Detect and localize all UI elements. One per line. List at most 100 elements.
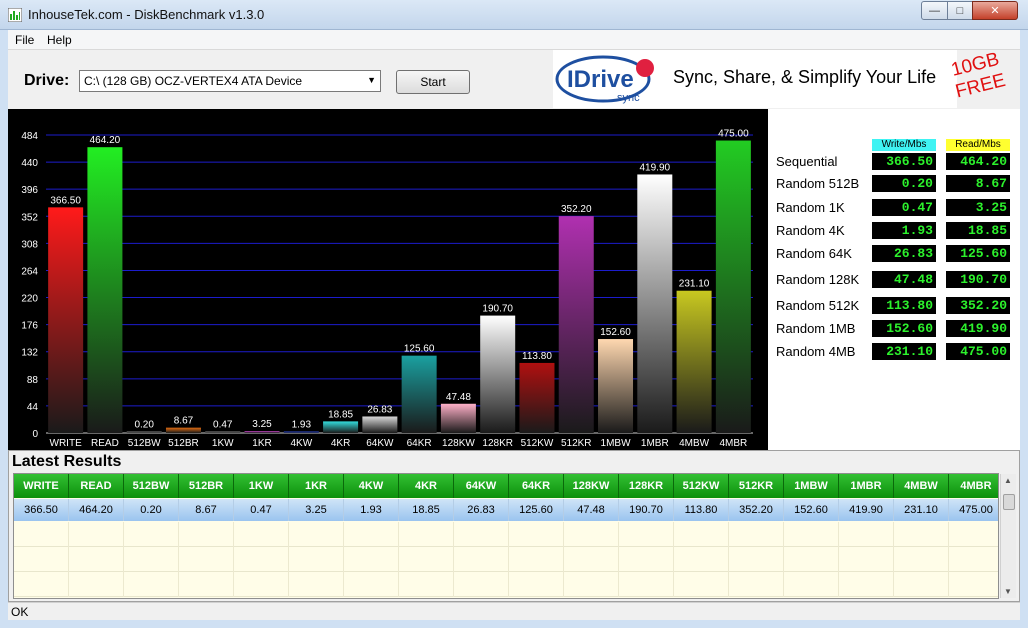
result-row-label: Random 4MB (776, 344, 856, 359)
read-value: 125.60 (946, 245, 1010, 262)
grid-column-header[interactable]: 1KR (289, 474, 344, 498)
bar-value-label: 231.10 (679, 279, 710, 290)
start-button[interactable]: Start (396, 70, 470, 94)
grid-column-header[interactable]: 4MBW (894, 474, 949, 498)
empty-grid-row (14, 547, 998, 572)
write-header: Write/Mbs (872, 139, 936, 151)
grid-column-header[interactable]: 1KW (234, 474, 289, 498)
y-tick-label: 176 (21, 321, 38, 332)
table-cell: 125.60 (509, 499, 564, 521)
bar-value-label: 3.25 (252, 419, 272, 430)
table-row[interactable]: 366.50 464.20 0.20 8.67 0.47 3.25 1.93 18.85 26.… (14, 499, 998, 521)
minimize-button[interactable]: — (921, 1, 948, 20)
bar-value-label: 190.70 (482, 304, 513, 315)
empty-grid-row (14, 572, 998, 597)
grid-header: WRITE READ 512BW 512BR 1KW 1KR 4KW 4KR 64KW 64KR 1… (14, 474, 998, 498)
drive-select[interactable]: C:\ (128 GB) OCZ-VERTEX4 ATA Device ▼ (79, 70, 381, 92)
x-tick-label: 4KW (290, 438, 312, 449)
result-row-label: Random 4K (776, 223, 845, 238)
grid-column-header[interactable]: 64KW (454, 474, 509, 498)
table-cell: 113.80 (674, 499, 729, 521)
chart-bar (440, 403, 476, 433)
y-tick-label: 220 (21, 294, 38, 305)
grid-column-header[interactable]: 512BR (179, 474, 234, 498)
title-bar: InhouseTek.com - DiskBenchmark v1.3.0 — … (0, 0, 1028, 30)
bar-value-label: 1.93 (292, 420, 312, 431)
latest-results-title: Latest Results (12, 453, 122, 470)
bar-value-label: 0.20 (134, 420, 154, 431)
y-tick-label: 396 (21, 185, 38, 196)
grid-column-header[interactable]: 64KR (509, 474, 564, 498)
window-title: InhouseTek.com - DiskBenchmark v1.3.0 (28, 7, 265, 22)
chart-bar (401, 355, 437, 433)
x-tick-label: 4KR (331, 438, 350, 449)
grid-column-header[interactable]: 4MBR (949, 474, 998, 498)
scroll-thumb[interactable] (1003, 494, 1015, 510)
chart-bar (598, 339, 634, 433)
grid-scrollbar[interactable]: ▲ ▼ (1000, 474, 1016, 598)
scroll-down-icon[interactable]: ▼ (1004, 587, 1012, 596)
x-tick-label: 128KW (442, 438, 475, 449)
grid-column-header[interactable]: WRITE (14, 474, 69, 498)
grid-column-header[interactable]: 1MBR (839, 474, 894, 498)
chart-bar (480, 315, 516, 433)
write-value: 0.20 (872, 175, 936, 192)
read-value: 190.70 (946, 271, 1010, 288)
chart-bar (244, 430, 280, 433)
table-cell: 190.70 (619, 499, 674, 521)
maximize-button[interactable]: □ (947, 1, 973, 20)
results-panel: Write/Mbs Read/Mbs Sequential 366.50 464.2… (768, 109, 1020, 450)
bar-value-label: 113.80 (522, 351, 552, 362)
bar-value-label: 419.90 (640, 162, 671, 173)
menu-file[interactable]: File (15, 33, 34, 47)
x-tick-label: 1KW (212, 438, 234, 449)
result-row-label: Random 512B (776, 176, 860, 191)
grid-column-header[interactable]: 512KR (729, 474, 784, 498)
drive-label: Drive: (24, 72, 70, 89)
y-tick-label: 308 (21, 239, 38, 250)
read-value: 464.20 (946, 153, 1010, 170)
table-cell: 26.83 (454, 499, 509, 521)
chart-bar (676, 290, 712, 433)
grid-column-header[interactable]: READ (69, 474, 124, 498)
grid-column-header[interactable]: 512KW (674, 474, 729, 498)
grid-column-header[interactable]: 512BW (124, 474, 179, 498)
y-tick-label: 440 (21, 158, 38, 169)
bar-value-label: 26.83 (367, 404, 392, 415)
x-tick-label: 1MBR (641, 438, 669, 449)
chart-bar (558, 216, 594, 433)
bar-chart-svg: 0 44 88 132 176 220 264 308 352 396 440 484 366.50 WR… (21, 129, 753, 449)
bar-value-label: 352.20 (561, 204, 592, 215)
grid-column-header[interactable]: 4KW (344, 474, 399, 498)
bar-value-label: 125.60 (404, 344, 435, 355)
chart-bar (362, 416, 398, 433)
idrive-logo: IDrive sync (555, 55, 654, 104)
bar-value-label: 152.60 (600, 327, 631, 338)
empty-grid-row (14, 522, 998, 547)
result-row-label: Random 64K (776, 246, 852, 261)
idrive-ad-banner[interactable]: IDrive sync Sync, Share, & Simplify Your… (553, 50, 957, 108)
grid-column-header[interactable]: 1MBW (784, 474, 839, 498)
table-cell: 419.90 (839, 499, 894, 521)
read-value: 475.00 (946, 343, 1010, 360)
grid-column-header[interactable]: 128KW (564, 474, 619, 498)
menu-bar: File Help (8, 30, 1020, 50)
scroll-up-icon[interactable]: ▲ (1004, 476, 1012, 485)
table-cell: 352.20 (729, 499, 784, 521)
chart-bar (283, 431, 319, 433)
menu-help[interactable]: Help (47, 33, 72, 47)
result-row-label: Random 1MB (776, 321, 856, 336)
write-value: 1.93 (872, 222, 936, 239)
x-tick-label: 64KW (366, 438, 394, 449)
chart-bar (205, 431, 241, 433)
x-tick-label: READ (91, 438, 119, 449)
x-tick-label: 512BR (168, 438, 199, 449)
close-button[interactable]: ✕ (972, 1, 1018, 20)
x-tick-label: 512KW (521, 438, 554, 449)
minimize-icon: — (929, 4, 940, 17)
results-grid[interactable]: WRITE READ 512BW 512BR 1KW 1KR 4KW 4KR 64KW 64KR 1… (13, 473, 999, 599)
bar-value-label: 475.00 (718, 129, 749, 140)
grid-column-header[interactable]: 4KR (399, 474, 454, 498)
grid-column-header[interactable]: 128KR (619, 474, 674, 498)
chart-bar (715, 140, 751, 433)
